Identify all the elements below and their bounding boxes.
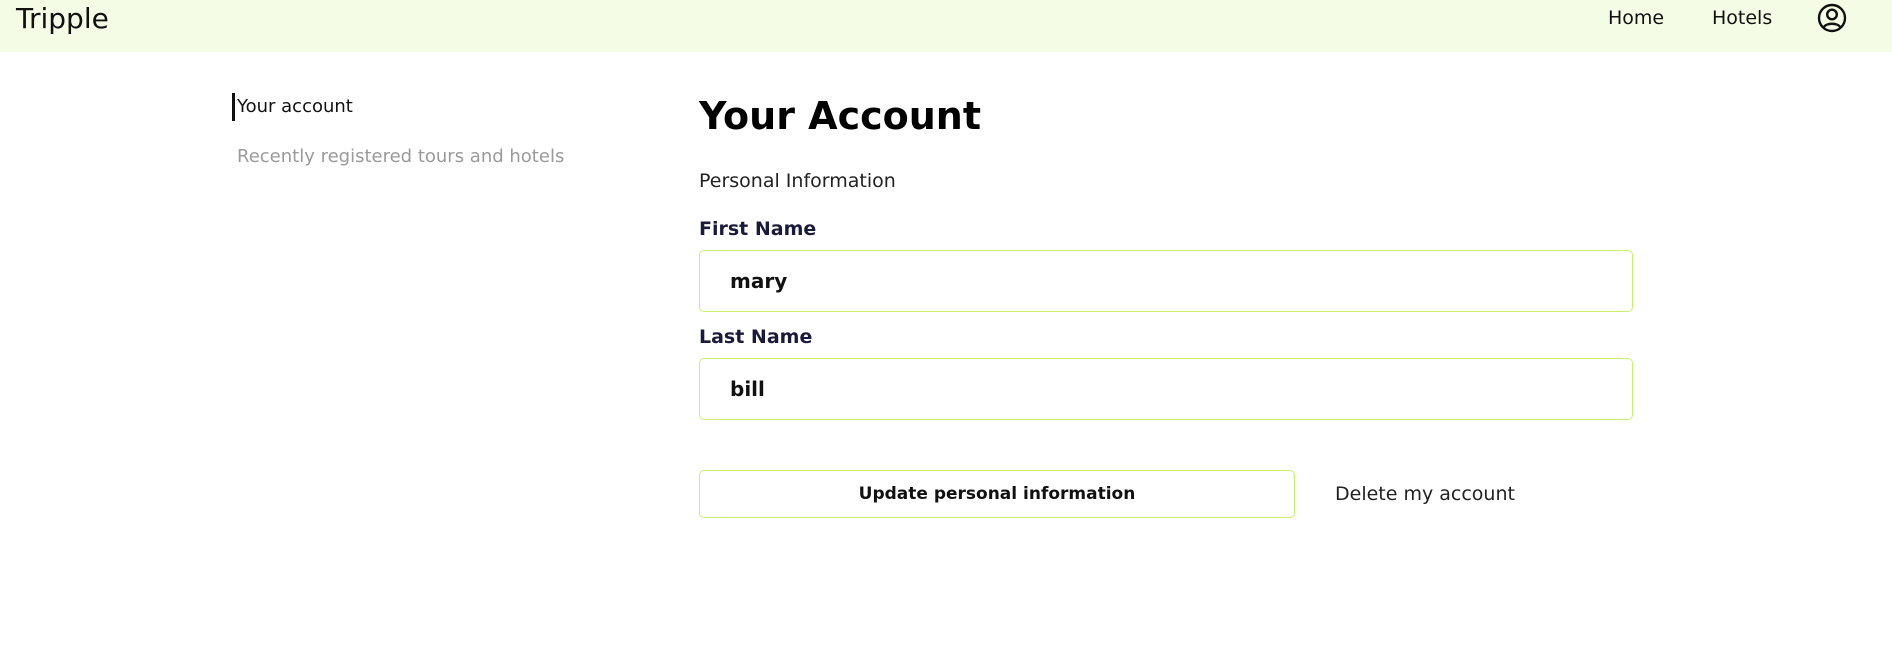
nav-home-link[interactable]: Home — [1608, 6, 1664, 30]
user-circle-icon[interactable] — [1816, 2, 1848, 34]
first-name-label: First Name — [699, 218, 817, 240]
form-actions: Update personal information Delete my ac… — [699, 470, 1633, 518]
account-sidebar: Your account Recently registered tours a… — [232, 90, 652, 174]
first-name-field[interactable] — [699, 250, 1633, 312]
sidebar-item-your-account[interactable]: Your account — [232, 90, 652, 124]
account-main: Your Account Personal Information First … — [699, 92, 1633, 518]
last-name-label: Last Name — [699, 326, 813, 348]
last-name-field[interactable] — [699, 358, 1633, 420]
sidebar-item-recent-registrations[interactable]: Recently registered tours and hotels — [232, 140, 652, 174]
brand-logo[interactable]: Tripple — [16, 2, 109, 36]
page-title: Your Account — [699, 94, 981, 138]
delete-account-link[interactable]: Delete my account — [1335, 480, 1515, 508]
update-personal-info-button[interactable]: Update personal information — [699, 470, 1295, 518]
section-heading: Personal Information — [699, 170, 896, 192]
top-navbar: Tripple Home Hotels — [0, 0, 1892, 52]
nav-hotels-link[interactable]: Hotels — [1712, 6, 1772, 30]
